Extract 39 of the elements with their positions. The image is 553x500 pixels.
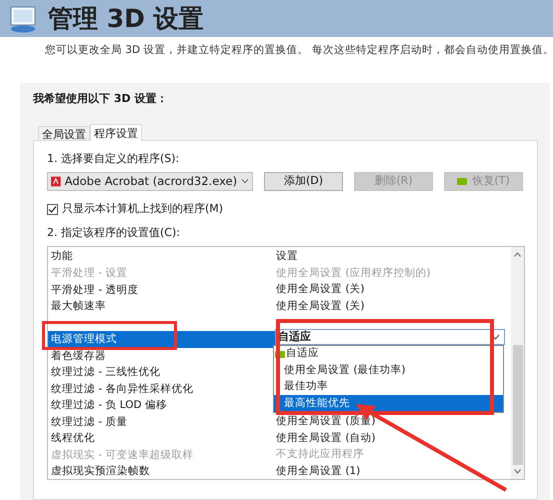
list-item[interactable]: 线程优化: [48, 430, 276, 447]
dropdown-option[interactable]: 使用全局设置 (最佳功率): [274, 362, 503, 379]
column-header[interactable]: 设置: [276, 249, 298, 265]
tab[interactable]: 全局设置: [38, 126, 90, 142]
table-cell-text: 不支持此应用程序: [276, 447, 364, 462]
dropdown-option[interactable]: 最佳功率: [274, 378, 503, 396]
scroll-up-icon[interactable]: [514, 252, 521, 257]
table-cell-text: 使用全局设置 (关): [276, 282, 365, 298]
chevron-down-icon: [241, 178, 249, 184]
table-cell-text: 使用全局设置 (应用程序控制的): [276, 266, 431, 281]
list-item[interactable]: 纹理过滤 - 三线性优化: [48, 364, 276, 381]
section-heading: 我希望使用以下 3D 设置：: [33, 90, 168, 107]
program-label: 1. 选择要自定义的程序(S):: [47, 151, 180, 168]
table-cell-text: 使用全局设置 (关): [276, 298, 365, 314]
button[interactable]: 添加(D): [264, 172, 343, 191]
scroll-thumb[interactable]: [513, 344, 523, 465]
list-item[interactable]: 电源管理模式: [48, 331, 276, 348]
list-item[interactable]: 纹理过滤 - 各向异性采样优化: [48, 380, 276, 398]
list-item[interactable]: 虚拟现实预渲染帧数: [48, 463, 276, 480]
chip-icon: [457, 178, 468, 185]
settings-label: 2. 指定该程序的设置值(C):: [47, 225, 181, 242]
tab[interactable]: 程序设置: [90, 124, 142, 142]
list-item[interactable]: 纹理过滤 - 质量: [48, 414, 276, 430]
table-cell-text: 使用全局设置 (自动): [276, 430, 376, 446]
list-item[interactable]: 着色缓存器: [48, 348, 276, 364]
document-icon: [51, 176, 61, 187]
list-item[interactable]: 平滑处理 - 透明度: [48, 282, 276, 298]
list-item[interactable]: 纹理过滤 - 负 LOD 偏移: [48, 397, 276, 414]
checkbox-label: 只显示本计算机上找到的程序(M): [62, 200, 224, 217]
scrollbar[interactable]: [511, 246, 524, 479]
description-text: 您可以更改全局 3D 设置，并建立特定程序的置换值。 每次这些特定程序启动时，都会自动使用置换值。: [44, 43, 553, 58]
checkbox[interactable]: [47, 204, 58, 214]
list-item[interactable]: 最大帧速率: [48, 298, 276, 315]
column-header[interactable]: 功能: [48, 249, 276, 265]
monitor-icon: [8, 4, 38, 34]
scroll-down-icon[interactable]: [514, 468, 521, 474]
program-select[interactable]: Adobe Acrobat (acrord32.exe): [47, 172, 253, 191]
table-cell-text: 使用全局设置 (1): [276, 464, 360, 479]
window-title: 管理 3D 设置: [48, 2, 204, 35]
